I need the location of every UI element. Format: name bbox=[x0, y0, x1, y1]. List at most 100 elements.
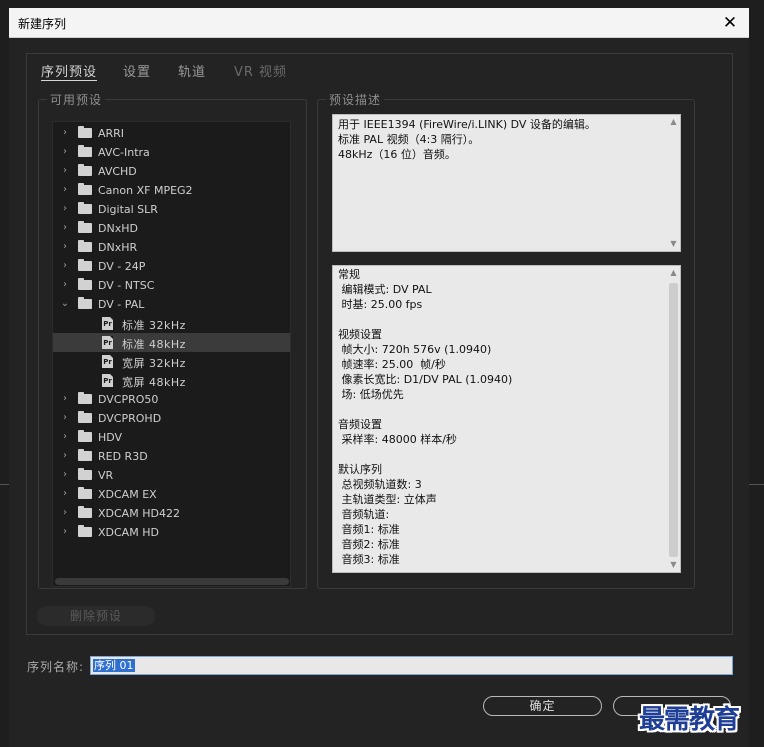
tree-folder-row[interactable]: › VR bbox=[53, 466, 290, 485]
details-line: 主轨道类型: 立体声 bbox=[338, 493, 437, 506]
chevron-right-icon[interactable]: › bbox=[59, 507, 71, 519]
tree-folder-row[interactable]: › AVC-Intra bbox=[53, 143, 290, 162]
details-line bbox=[338, 402, 675, 417]
tree-folder-row[interactable]: › ARRI bbox=[53, 124, 290, 143]
chevron-right-icon[interactable]: › bbox=[59, 393, 71, 405]
tree-preset-row[interactable]: Pr 标准 48kHz bbox=[53, 333, 290, 352]
folder-icon bbox=[78, 449, 92, 461]
tree-folder-row[interactable]: › DNxHD bbox=[53, 219, 290, 238]
tree-folder-row[interactable]: ⌄ DV - PAL bbox=[53, 295, 290, 314]
chevron-right-icon[interactable]: › bbox=[59, 184, 71, 196]
description-scrollbar[interactable]: ▲ ▼ bbox=[667, 115, 680, 251]
tab-sequence-presets[interactable]: 序列预设 bbox=[41, 61, 98, 81]
details-line: 音频轨道: bbox=[338, 508, 390, 521]
tree-row-label: ARRI bbox=[98, 127, 125, 140]
tree-folder-row[interactable]: › DVCPROHD bbox=[53, 409, 290, 428]
description-line: 用于 IEEE1394 (FireWire/i.LINK) DV 设备的编辑。 bbox=[338, 118, 596, 131]
tree-folder-row[interactable]: › DVCPRO50 bbox=[53, 390, 290, 409]
tab-settings[interactable]: 设置 bbox=[123, 61, 151, 80]
chevron-right-icon[interactable]: › bbox=[59, 279, 71, 291]
tree-folder-row[interactable]: › DV - 24P bbox=[53, 257, 290, 276]
details-line: 总视频轨道数: 3 bbox=[338, 478, 422, 491]
details-line: 采样率: 48000 样本/秒 bbox=[338, 433, 457, 446]
scroll-down-icon[interactable]: ▼ bbox=[667, 238, 680, 250]
folder-icon bbox=[78, 411, 92, 423]
scroll-up-icon[interactable]: ▲ bbox=[667, 116, 680, 128]
folder-icon bbox=[78, 259, 92, 271]
title-bar: 新建序列 ✕ bbox=[9, 8, 749, 38]
chevron-right-icon[interactable]: › bbox=[59, 222, 71, 234]
tree-folder-row[interactable]: › Canon XF MPEG2 bbox=[53, 181, 290, 200]
chevron-right-icon[interactable]: › bbox=[59, 165, 71, 177]
preset-tree: › ARRI › AVC-Intra › AVCHD › Canon XF MPEG2 › Dig… bbox=[52, 121, 291, 587]
details-line: 时基: 25.00 fps bbox=[338, 298, 423, 311]
details-line: 帧速率: 25.00 帧/秒 bbox=[338, 358, 446, 371]
tree-row-label: XDCAM HD bbox=[98, 526, 159, 539]
tree-row-label: DNxHD bbox=[98, 222, 138, 235]
details-scroll-thumb[interactable] bbox=[669, 283, 678, 557]
tree-row-label: 宽屏 32kHz bbox=[122, 357, 186, 370]
details-line: 编辑模式: DV PAL bbox=[338, 283, 432, 296]
details-line: 常规 bbox=[338, 268, 360, 281]
chevron-right-icon[interactable]: › bbox=[59, 241, 71, 253]
chevron-right-icon[interactable]: › bbox=[59, 526, 71, 538]
tree-horizontal-scrollbar[interactable] bbox=[55, 578, 289, 585]
tree-folder-row[interactable]: › AVCHD bbox=[53, 162, 290, 181]
chevron-down-icon[interactable]: ⌄ bbox=[59, 298, 71, 310]
chevron-right-icon[interactable]: › bbox=[59, 488, 71, 500]
sequence-name-input[interactable]: 序列 01 bbox=[90, 656, 733, 675]
chevron-right-icon[interactable]: › bbox=[59, 469, 71, 481]
details-scrollbar[interactable]: ▲ ▼ bbox=[667, 266, 680, 572]
folder-icon bbox=[78, 506, 92, 518]
tab-tracks[interactable]: 轨道 bbox=[178, 61, 206, 80]
tree-folder-row[interactable]: › XDCAM HD bbox=[53, 523, 290, 542]
scroll-up-icon[interactable]: ▲ bbox=[667, 267, 680, 279]
tree-folder-row[interactable]: › HDV bbox=[53, 428, 290, 447]
tree-folder-row[interactable]: › Digital SLR bbox=[53, 200, 290, 219]
preset-description-legend: 预设描述 bbox=[326, 91, 385, 108]
tree-preset-row[interactable]: Pr 标准 32kHz bbox=[53, 314, 290, 333]
chevron-right-icon[interactable]: › bbox=[59, 203, 71, 215]
tab-vr-video[interactable]: VR 视频 bbox=[234, 61, 287, 80]
tree-folder-row[interactable]: › DNxHR bbox=[53, 238, 290, 257]
chevron-right-icon[interactable]: › bbox=[59, 412, 71, 424]
dialog-title: 新建序列 bbox=[18, 17, 67, 31]
chevron-right-icon[interactable]: › bbox=[59, 431, 71, 443]
chevron-right-icon[interactable]: › bbox=[59, 260, 71, 272]
folder-icon bbox=[78, 221, 92, 233]
background-line-left bbox=[0, 484, 9, 485]
chevron-right-icon[interactable]: › bbox=[59, 450, 71, 462]
tree-row-label: XDCAM EX bbox=[98, 488, 157, 501]
tree-folder-row[interactable]: › RED R3D bbox=[53, 447, 290, 466]
folder-icon bbox=[78, 164, 92, 176]
scroll-down-icon[interactable]: ▼ bbox=[667, 559, 680, 571]
details-line: 音频设置 bbox=[338, 418, 382, 431]
tree-preset-row[interactable]: Pr 宽屏 32kHz bbox=[53, 352, 290, 371]
details-line: 像素长宽比: D1/DV PAL (1.0940) bbox=[338, 373, 513, 386]
tree-row-label: 标准 48kHz bbox=[122, 338, 186, 351]
tree-folder-row[interactable]: › DV - NTSC bbox=[53, 276, 290, 295]
details-line: 音频2: 标准 bbox=[338, 538, 400, 551]
chevron-right-icon[interactable]: › bbox=[59, 127, 71, 139]
chevron-right-icon[interactable]: › bbox=[59, 146, 71, 158]
tree-folder-row[interactable]: › XDCAM HD422 bbox=[53, 504, 290, 523]
tree-row-label: DVCPRO50 bbox=[98, 393, 159, 406]
folder-icon bbox=[78, 392, 92, 404]
premiere-preset-icon: Pr bbox=[102, 336, 113, 349]
premiere-preset-icon: Pr bbox=[102, 317, 113, 330]
folder-icon bbox=[78, 126, 92, 138]
main-panel: 序列预设 设置 轨道 VR 视频 可用预设 › ARRI › AVC-Intra › AV… bbox=[26, 53, 733, 635]
tree-row-label: DV - PAL bbox=[98, 298, 145, 311]
ok-button[interactable]: 确定 bbox=[483, 696, 602, 716]
tree-folder-row[interactable]: › XDCAM EX bbox=[53, 485, 290, 504]
details-line: 场: 低场优先 bbox=[338, 388, 404, 401]
delete-preset-button[interactable]: 删除预设 bbox=[37, 606, 155, 626]
description-line: 48kHz（16 位）音频。 bbox=[338, 148, 456, 161]
sequence-name-value: 序列 01 bbox=[93, 659, 135, 672]
tree-preset-row[interactable]: Pr 宽屏 48kHz bbox=[53, 371, 290, 390]
close-icon[interactable]: ✕ bbox=[719, 12, 741, 34]
details-line bbox=[338, 312, 675, 327]
new-sequence-dialog: 新建序列 ✕ 序列预设 设置 轨道 VR 视频 可用预设 › ARRI › AVC-I… bbox=[9, 8, 749, 747]
tree-row-label: AVCHD bbox=[98, 165, 137, 178]
tree-row-label: XDCAM HD422 bbox=[98, 507, 180, 520]
